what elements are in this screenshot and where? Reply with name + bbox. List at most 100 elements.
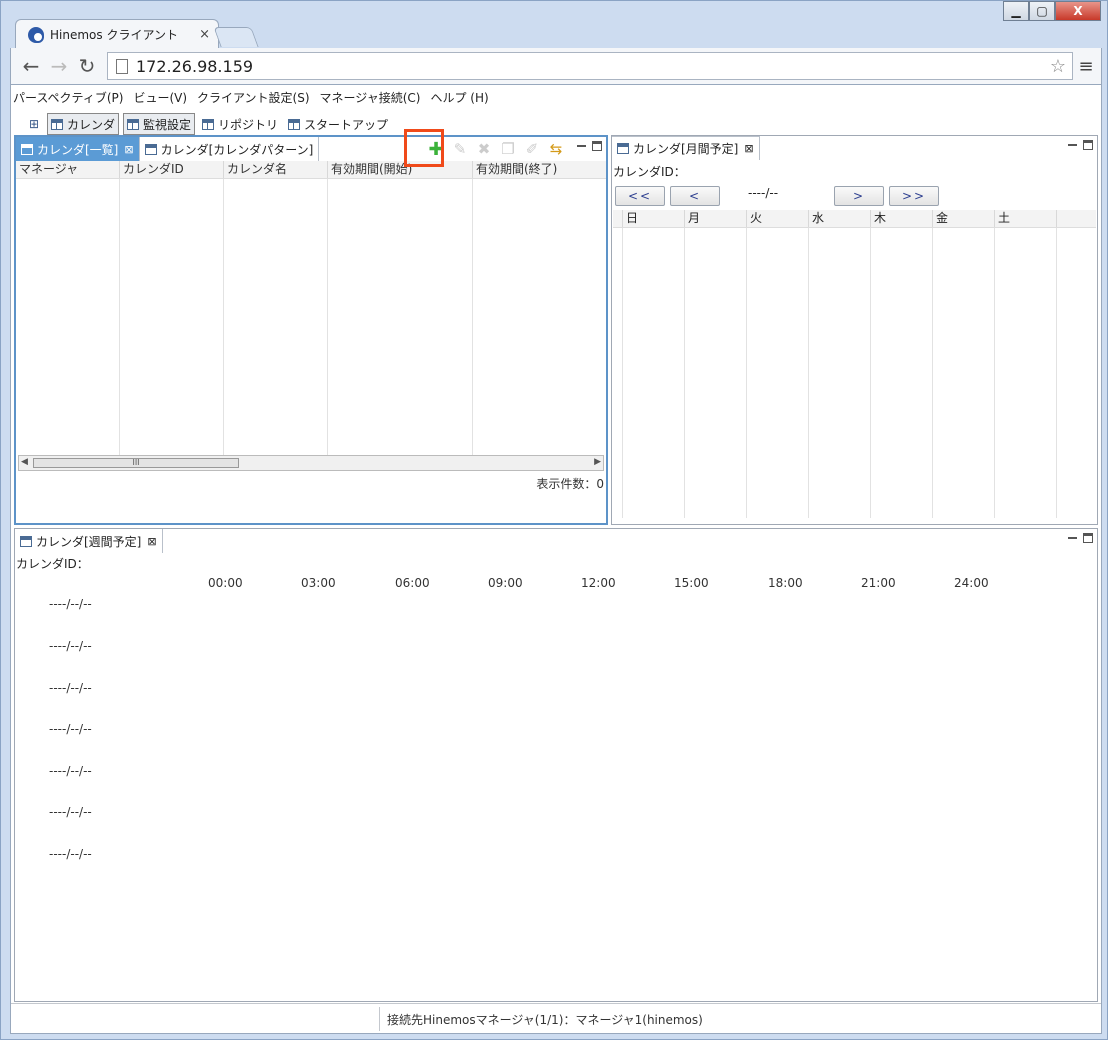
- perspective-repository-label: リポジトリ: [218, 117, 279, 132]
- next-month-button[interactable]: >: [834, 186, 884, 206]
- date-label: ----/--/--: [49, 722, 92, 736]
- perspective-monitor[interactable]: 監視設定: [123, 113, 196, 135]
- calendar-table-body: [16, 179, 606, 455]
- scroll-thumb[interactable]: III: [33, 458, 239, 468]
- column-header[interactable]: マネージャ: [16, 161, 120, 178]
- monthly-grid: [613, 228, 1097, 518]
- first-month-button[interactable]: <<: [615, 186, 665, 206]
- tab-calendar-pattern-label: カレンダ[カレンダパターン]: [160, 142, 314, 157]
- connection-status: 接続先Hinemosマネージャ(1/1)：マネージャ1(hinemos): [387, 1013, 703, 1027]
- weekday-thu: 木: [871, 210, 933, 227]
- maximize-view-icon[interactable]: [592, 141, 602, 151]
- column-header[interactable]: カレンダID: [120, 161, 224, 178]
- minimize-view-icon[interactable]: [577, 145, 586, 147]
- weekday-wed: 水: [809, 210, 871, 227]
- edit-icon[interactable]: ✎: [450, 139, 470, 159]
- perspective-calendar[interactable]: カレンダ: [47, 113, 120, 135]
- new-tab-button[interactable]: [213, 27, 259, 47]
- tab-calendar-weekly[interactable]: カレンダ[週間予定] ⊠: [15, 529, 163, 553]
- browser-tab[interactable]: Hinemos クライアント ×: [15, 19, 219, 49]
- calendar-monthly-pane: カレンダ[月間予定] ⊠ カレンダID： << < ----/-- > >> 日…: [611, 135, 1098, 525]
- app-content: パースペクティブ(P) ビュー(V) クライアント設定(S) マネージャ接続(C…: [10, 84, 1102, 1034]
- menu-perspective[interactable]: パースペクティブ(P): [13, 89, 123, 106]
- calendar-id-label: カレンダID：: [613, 165, 686, 179]
- time-label: 09:00: [488, 576, 523, 590]
- tab-close-icon[interactable]: ×: [199, 27, 210, 42]
- weekday-tue: 火: [747, 210, 809, 227]
- column-header[interactable]: 有効期間(開始): [328, 161, 473, 178]
- column-header[interactable]: 有効期間(終了): [473, 161, 601, 178]
- back-arrow-icon[interactable]: ←: [17, 52, 45, 80]
- minimize-view-icon[interactable]: [1068, 537, 1077, 539]
- date-label: ----/--/--: [49, 847, 92, 861]
- date-label: ----/--/--: [49, 597, 92, 611]
- calendar-list-controls: [577, 141, 602, 151]
- table-icon: [127, 118, 140, 130]
- perspective-startup[interactable]: スタートアップ: [285, 113, 391, 135]
- close-view-icon[interactable]: ⊠: [744, 142, 753, 155]
- time-label: 03:00: [301, 576, 336, 590]
- perspective-repository[interactable]: リポジトリ: [199, 113, 281, 135]
- minimize-view-icon[interactable]: [1068, 144, 1077, 146]
- url-text: 172.26.98.159: [136, 56, 254, 76]
- hinemos-favicon-icon: [28, 26, 44, 43]
- menu-view[interactable]: ビュー(V): [133, 89, 187, 106]
- browser-menu-icon[interactable]: ≡: [1073, 56, 1099, 77]
- delete-icon[interactable]: ✖: [474, 139, 494, 159]
- view-icon: [20, 535, 32, 547]
- tab-calendar-monthly[interactable]: カレンダ[月間予定] ⊠: [612, 136, 760, 160]
- menu-help[interactable]: ヘルプ (H): [430, 89, 488, 106]
- weekday-mon: 月: [685, 210, 747, 227]
- address-bar[interactable]: 172.26.98.159 ☆: [107, 52, 1073, 80]
- tab-calendar-list-label: カレンダ[一覧]: [37, 142, 119, 157]
- prev-month-button[interactable]: <: [670, 186, 720, 206]
- time-label: 00:00: [208, 576, 243, 590]
- last-month-button[interactable]: >>: [889, 186, 939, 206]
- table-icon: [202, 118, 215, 130]
- date-label: ----/--/--: [49, 681, 92, 695]
- maximize-view-icon[interactable]: [1083, 140, 1093, 150]
- eraser-icon[interactable]: ✐: [522, 139, 542, 159]
- close-window-button[interactable]: X: [1055, 1, 1101, 21]
- bookmark-star-icon[interactable]: ☆: [1050, 56, 1066, 77]
- perspective-calendar-label: カレンダ: [67, 117, 116, 132]
- record-count: 表示件数：0: [536, 477, 604, 491]
- date-label: ----/--/--: [49, 805, 92, 819]
- menu-client-settings[interactable]: クライアント設定(S): [197, 89, 310, 106]
- close-view-icon[interactable]: ⊠: [147, 535, 156, 548]
- scroll-left-icon[interactable]: ◀: [21, 457, 28, 467]
- date-label: ----/--/--: [49, 764, 92, 778]
- time-label: 15:00: [674, 576, 709, 590]
- view-icon: [21, 143, 33, 155]
- tab-calendar-pattern[interactable]: カレンダ[カレンダパターン]: [139, 137, 320, 161]
- menu-manager-connection[interactable]: マネージャ接続(C): [320, 89, 421, 106]
- tab-calendar-list[interactable]: カレンダ[一覧] ⊠: [16, 137, 140, 161]
- calendar-weekly-pane: カレンダ[週間予定] ⊠ カレンダID： 00:00 03:00 06:00 0…: [14, 528, 1098, 1002]
- scroll-right-icon[interactable]: ▶: [594, 457, 601, 467]
- time-label: 12:00: [581, 576, 616, 590]
- status-separator: [379, 1007, 380, 1031]
- status-bar: 接続先Hinemosマネージャ(1/1)：マネージャ1(hinemos): [11, 1003, 1101, 1033]
- time-label: 18:00: [768, 576, 803, 590]
- maximize-view-icon[interactable]: [1083, 533, 1093, 543]
- menu-bar: パースペクティブ(P) ビュー(V) クライアント設定(S) マネージャ接続(C…: [13, 89, 489, 106]
- perspective-startup-label: スタートアップ: [304, 117, 389, 132]
- reload-icon[interactable]: ↻: [73, 52, 101, 80]
- close-view-icon[interactable]: ⊠: [124, 143, 133, 156]
- view-icon: [617, 143, 629, 154]
- horizontal-scrollbar[interactable]: ◀ III ▶: [18, 455, 604, 471]
- copy-icon[interactable]: ❐: [498, 139, 518, 159]
- month-display: ----/--: [748, 186, 779, 200]
- calendar-list-toolbar: ✚ ✎ ✖ ❐ ✐ ⇆: [426, 139, 566, 160]
- open-perspective-icon[interactable]: ⊞: [25, 116, 43, 132]
- column-header[interactable]: カレンダ名: [224, 161, 328, 178]
- refresh-icon[interactable]: ⇆: [546, 139, 566, 159]
- weekly-controls: [1068, 533, 1093, 543]
- window-controls: ▁ ▢ X: [1003, 1, 1101, 21]
- browser-tab-title: Hinemos クライアント: [50, 28, 178, 42]
- forward-arrow-icon[interactable]: →: [45, 52, 73, 80]
- view-icon: [144, 143, 157, 155]
- maximize-button[interactable]: ▢: [1029, 1, 1055, 21]
- minimize-button[interactable]: ▁: [1003, 1, 1029, 21]
- weekday-fri: 金: [933, 210, 995, 227]
